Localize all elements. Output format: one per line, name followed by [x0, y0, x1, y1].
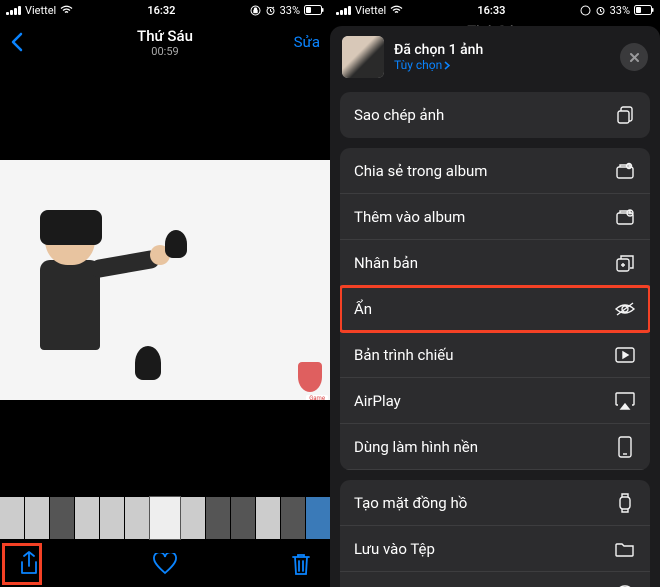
thumbnail[interactable] [25, 497, 49, 539]
battery-icon [304, 5, 324, 15]
delete-button[interactable] [286, 549, 316, 579]
action-airplay[interactable]: AirPlay [340, 378, 650, 424]
signal-icon [6, 6, 21, 15]
action-copy-photo[interactable]: Sao chép ảnh [340, 92, 650, 138]
annotation-highlight-share [2, 543, 42, 585]
like-button[interactable] [150, 549, 180, 579]
orientation-lock-icon [250, 5, 261, 16]
close-icon [629, 52, 640, 63]
copy-icon [614, 104, 636, 126]
hide-icon [614, 298, 636, 320]
options-button[interactable]: Tùy chọn [394, 58, 610, 72]
action-slideshow[interactable]: Bản trình chiếu [340, 332, 650, 378]
thumbnail[interactable] [0, 497, 24, 539]
alarm-icon [265, 5, 276, 16]
main-photo: Game [0, 160, 330, 400]
thumbnail[interactable] [256, 497, 280, 539]
watch-face-icon [614, 492, 636, 514]
back-icon[interactable] [10, 31, 26, 53]
share-sheet-screen: Viettel 16:33 33% Thứ Sáu Đã chọn 1 ảnh … [330, 0, 660, 587]
nav-title: Thứ Sáu [50, 27, 280, 45]
action-label: Lưu vào Tệp [354, 540, 435, 558]
thumbnail[interactable] [125, 497, 149, 539]
files-icon [614, 538, 636, 560]
slideshow-icon [614, 344, 636, 366]
signal-icon [336, 6, 351, 15]
close-button[interactable] [620, 43, 648, 71]
action-group: Tạo mặt đồng hồ Lưu vào Tệp Đặt cho liên… [340, 480, 650, 587]
action-label: Sao chép ảnh [354, 106, 444, 124]
action-wallpaper[interactable]: Dùng làm hình nền [340, 424, 650, 470]
nav-subtitle: 00:59 [50, 45, 280, 58]
clock-label: 16:32 [147, 4, 175, 17]
clock-label: 16:33 [477, 4, 505, 17]
thumbnail-selected[interactable] [150, 497, 180, 539]
duplicate-icon [614, 252, 636, 274]
action-label: AirPlay [354, 392, 401, 410]
status-bar: Viettel 16:33 33% [330, 0, 660, 20]
battery-icon [634, 5, 654, 15]
selected-thumbnail [342, 36, 384, 78]
wifi-icon [390, 5, 403, 15]
action-label: Tạo mặt đồng hồ [354, 494, 467, 512]
action-save-files[interactable]: Lưu vào Tệp [340, 526, 650, 572]
action-label: Thêm vào album [354, 208, 465, 226]
action-group: Sao chép ảnh [340, 92, 650, 138]
bottom-toolbar [0, 541, 330, 587]
action-label: Dùng làm hình nền [354, 438, 478, 456]
thumbnail-strip[interactable] [0, 495, 330, 541]
airplay-icon [614, 390, 636, 412]
battery-percent: 33% [610, 4, 630, 17]
orientation-lock-icon [580, 5, 591, 16]
chevron-right-icon [444, 61, 450, 70]
photo-viewport[interactable]: Game [0, 64, 330, 495]
edit-button[interactable]: Sửa [294, 33, 320, 51]
watermark-icon [298, 362, 322, 392]
photo-view-screen: Viettel 16:32 33% Thứ Sáu 00:59 Sửa [0, 0, 330, 587]
thumbnail[interactable] [181, 497, 205, 539]
add-album-icon [614, 206, 636, 228]
battery-percent: 33% [280, 4, 300, 17]
action-label: Nhân bản [354, 254, 418, 272]
action-add-album[interactable]: Thêm vào album [340, 194, 650, 240]
thumbnail[interactable] [100, 497, 124, 539]
thumbnail[interactable] [231, 497, 255, 539]
action-assign-contact[interactable]: Đặt cho liên hệ [340, 572, 650, 587]
status-bar: Viettel 16:32 33% [0, 0, 330, 20]
action-label: Ẩn [354, 300, 372, 318]
shared-album-icon [614, 160, 636, 182]
alarm-icon [595, 5, 606, 16]
carrier-label: Viettel [355, 4, 386, 17]
share-sheet: Đã chọn 1 ảnh Tùy chọn Sao chép ảnh [330, 26, 660, 587]
action-label: Bản trình chiếu [354, 346, 453, 364]
sheet-header: Đã chọn 1 ảnh Tùy chọn [330, 26, 660, 92]
thumbnail[interactable] [306, 497, 330, 539]
wallpaper-icon [614, 436, 636, 458]
action-group: Chia sẻ trong album Thêm vào album Nhân … [340, 148, 650, 470]
action-shared-album[interactable]: Chia sẻ trong album [340, 148, 650, 194]
action-hide[interactable]: Ẩn [340, 286, 650, 332]
sheet-title: Đã chọn 1 ảnh [394, 42, 610, 58]
thumbnail[interactable] [75, 497, 99, 539]
nav-bar: Thứ Sáu 00:59 Sửa [0, 20, 330, 64]
carrier-label: Viettel [25, 4, 56, 17]
action-label: Chia sẻ trong album [354, 162, 487, 180]
wifi-icon [60, 5, 73, 15]
action-duplicate[interactable]: Nhân bản [340, 240, 650, 286]
thumbnail[interactable] [50, 497, 74, 539]
action-watch-face[interactable]: Tạo mặt đồng hồ [340, 480, 650, 526]
thumbnail[interactable] [206, 497, 230, 539]
thumbnail[interactable] [281, 497, 305, 539]
